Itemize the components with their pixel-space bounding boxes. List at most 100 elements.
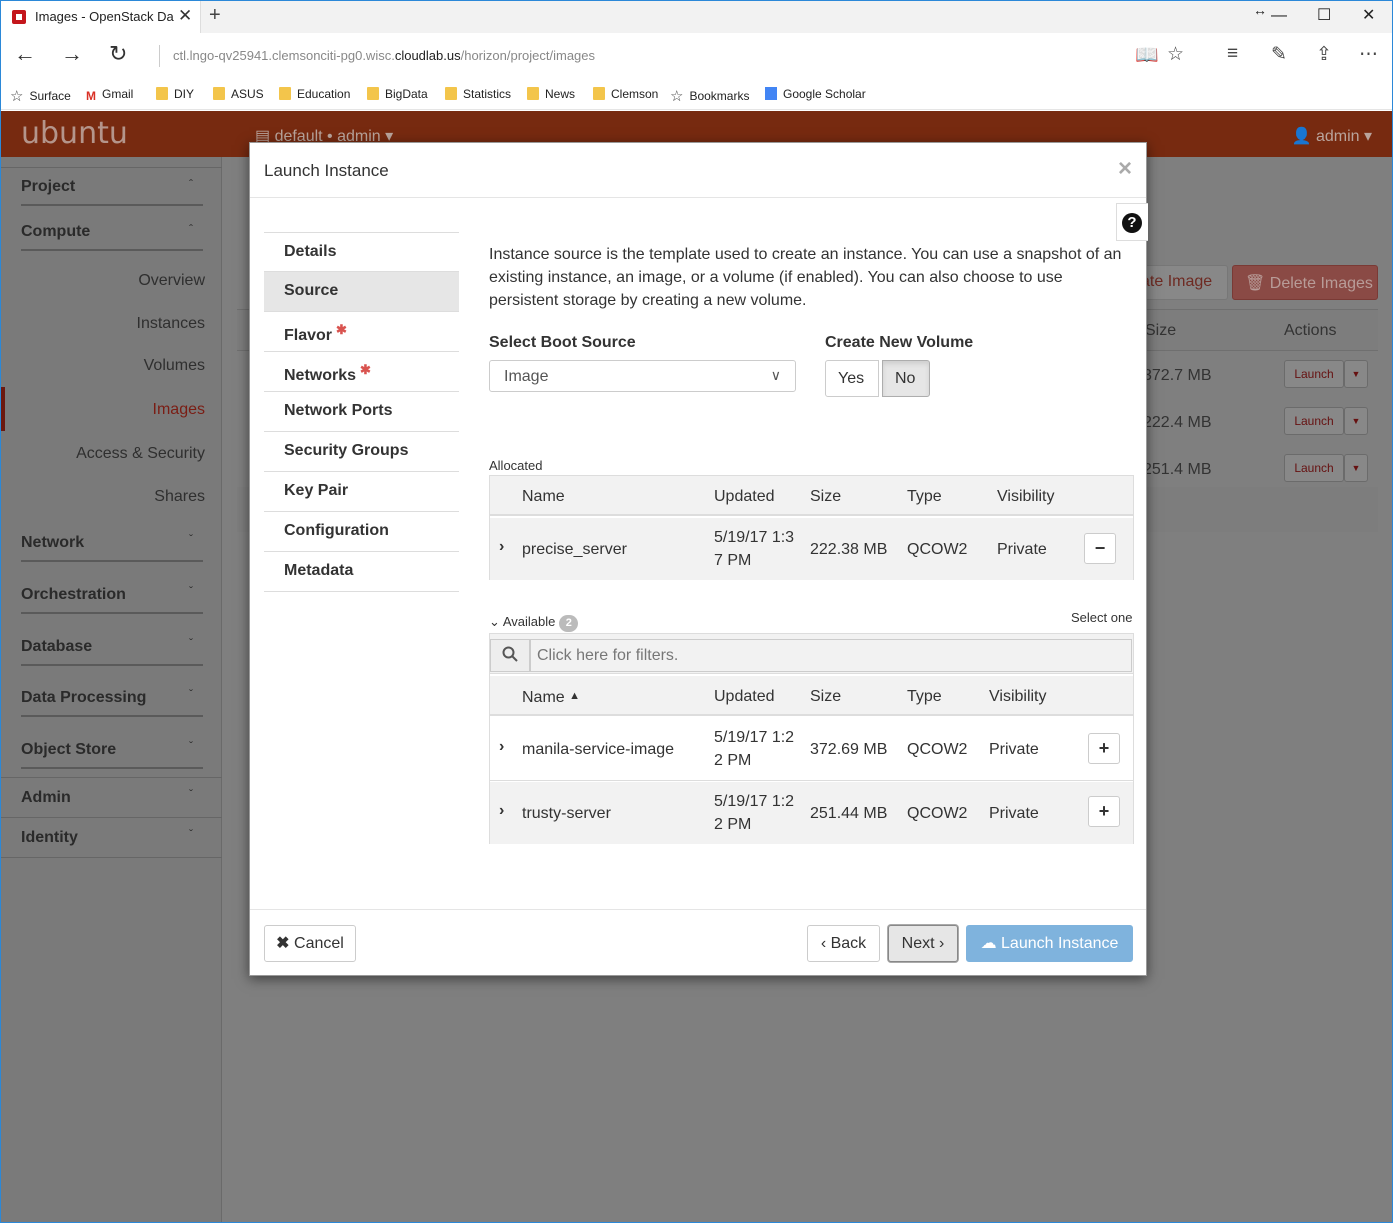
close-tab-icon[interactable]: ✕ [178, 6, 192, 26]
allocated-label: Allocated [489, 458, 543, 473]
column-visibility: Visibility [997, 488, 1055, 505]
column-visibility[interactable]: Visibility [989, 685, 1047, 708]
sidebar-data-processing[interactable]: Data Processing [21, 689, 146, 707]
sidebar-object-store[interactable]: Object Store [21, 741, 116, 759]
chevron-right-icon[interactable]: › [499, 538, 504, 556]
column-name: Name [522, 488, 565, 505]
maximize-icon[interactable]: ☐ [1317, 5, 1331, 25]
sidebar-item-shares[interactable]: Shares [154, 488, 205, 506]
browser-tab[interactable]: Images - OpenStack Da ✕ [1, 1, 201, 33]
launch-button[interactable]: Launch [1284, 454, 1344, 482]
help-button[interactable]: ? [1116, 203, 1148, 241]
chevron-right-icon[interactable]: › [499, 802, 504, 820]
launch-button[interactable]: Launch [1284, 360, 1344, 388]
sidebar-compute[interactable]: Compute [21, 223, 90, 241]
bookmark-bigdata[interactable]: BigData [367, 87, 428, 101]
forward-arrow-icon[interactable]: → [61, 41, 83, 67]
image-visibility: Private [989, 741, 1039, 758]
sidebar-network[interactable]: Network [21, 534, 84, 552]
url-domain: cloudlab.us [394, 48, 461, 63]
filter-input[interactable]: Click here for filters. [530, 639, 1132, 672]
bookmark-clemson[interactable]: Clemson [593, 87, 658, 101]
back-arrow-icon[interactable]: ← [14, 41, 36, 67]
updated-line-1: 5/19/17 1:2 [714, 793, 795, 810]
available-header[interactable]: ⌄ Available 2 [489, 614, 579, 632]
address-bar-row: ← → ↻ ctl.lngo-qv25941.clemsonciti-pg0.w… [1, 33, 1392, 79]
cancel-button[interactable]: ✖ Cancel [264, 925, 356, 962]
minimize-icon[interactable]: — [1271, 7, 1287, 25]
column-size[interactable]: Size [810, 685, 841, 708]
sidebar-item-access-security[interactable]: Access & Security [76, 445, 205, 463]
bookmark-asus[interactable]: ASUS [213, 87, 264, 101]
sidebar-database[interactable]: Database [21, 638, 92, 656]
sidebar-identity[interactable]: Identity [21, 829, 78, 847]
add-button[interactable]: + [1088, 796, 1120, 827]
launch-label: Launch Instance [1001, 935, 1119, 952]
reading-view-icon[interactable]: 📖 [1135, 43, 1159, 67]
bookmark-news[interactable]: News [527, 87, 575, 101]
address-bar[interactable]: ctl.lngo-qv25941.clemsonciti-pg0.wisc.cl… [173, 48, 595, 63]
bookmark-surface[interactable]: ☆ Surface [10, 87, 71, 105]
remove-button[interactable]: − [1084, 533, 1116, 564]
divider [21, 715, 203, 717]
caret-down-icon[interactable]: ▼ [1344, 407, 1368, 435]
sidebar-orchestration[interactable]: Orchestration [21, 586, 126, 604]
volume-yes-toggle[interactable]: Yes [825, 360, 879, 397]
step-metadata[interactable]: Metadata [264, 552, 459, 592]
user-menu[interactable]: 👤 admin ▾ [1292, 126, 1372, 146]
image-type: QCOW2 [907, 741, 968, 758]
add-button[interactable]: + [1088, 733, 1120, 764]
bookmark-statistics[interactable]: Statistics [445, 87, 511, 101]
star-icon: ☆ [670, 88, 684, 105]
sidebar: Project ˆ Compute ˆ Overview Instances V… [1, 157, 222, 1222]
bookmark-diy[interactable]: DIY [156, 87, 194, 101]
sidebar-item-images[interactable]: Images [153, 401, 205, 419]
column-type[interactable]: Type [907, 685, 942, 708]
step-label: Configuration [284, 522, 389, 539]
volume-no-toggle[interactable]: No [882, 360, 930, 397]
step-source[interactable]: Source [264, 272, 459, 312]
divider [1, 857, 222, 858]
column-updated[interactable]: Updated [714, 685, 775, 708]
sidebar-item-instances[interactable]: Instances [137, 315, 205, 333]
caret-down-icon[interactable]: ▼ [1344, 360, 1368, 388]
favorite-star-icon[interactable]: ☆ [1167, 43, 1184, 66]
sidebar-item-volumes[interactable]: Volumes [144, 357, 205, 375]
sidebar-item-overview[interactable]: Overview [138, 272, 205, 290]
caret-down-icon[interactable]: ▼ [1344, 454, 1368, 482]
sidebar-admin[interactable]: Admin [21, 789, 71, 807]
chevron-right-icon[interactable]: › [499, 738, 504, 756]
bookmark-google-scholar[interactable]: Google Scholar [765, 87, 866, 101]
sort-up-icon: ▲ [569, 690, 581, 702]
sidebar-project[interactable]: Project [21, 178, 75, 196]
share-icon[interactable]: ⇪ [1316, 43, 1332, 66]
launch-button[interactable]: Launch [1284, 407, 1344, 435]
bookmark-bookmarks[interactable]: ☆ Bookmarks [670, 87, 749, 105]
bookmark-gmail[interactable]: M Gmail [86, 87, 133, 103]
column-name-sortable[interactable]: Name ▲ [522, 685, 580, 709]
boot-source-select[interactable]: Image ∨ [489, 360, 796, 392]
more-icon[interactable]: ⋯ [1359, 43, 1378, 66]
new-tab-icon[interactable]: + [209, 4, 221, 27]
step-security-groups[interactable]: Security Groups [264, 432, 459, 472]
step-networks[interactable]: Networks ✱ [264, 352, 459, 392]
google-scholar-icon [765, 87, 777, 100]
step-details[interactable]: Details [264, 232, 459, 272]
launch-instance-button[interactable]: ☁ Launch Instance [966, 925, 1133, 962]
bookmark-education[interactable]: Education [279, 87, 350, 101]
back-button[interactable]: ‹ Back [807, 925, 880, 962]
step-network-ports[interactable]: Network Ports [264, 392, 459, 432]
step-key-pair[interactable]: Key Pair [264, 472, 459, 512]
bookmark-label: Bookmarks [689, 89, 750, 103]
close-icon[interactable]: × [1118, 155, 1132, 183]
close-window-icon[interactable]: ✕ [1362, 5, 1375, 25]
step-label: Network Ports [284, 402, 393, 419]
next-button[interactable]: Next › [888, 925, 958, 962]
refresh-icon[interactable]: ↻ [109, 41, 127, 67]
web-note-icon[interactable]: ✎ [1271, 43, 1287, 66]
step-configuration[interactable]: Configuration [264, 512, 459, 552]
table-row: › manila-service-image 5/19/17 1:2 2 PM 3… [490, 718, 1133, 781]
delete-images-button[interactable]: 🗑 Delete Images [1232, 265, 1378, 300]
hub-icon[interactable]: ≡ [1227, 43, 1238, 65]
step-flavor[interactable]: Flavor ✱ [264, 312, 459, 352]
